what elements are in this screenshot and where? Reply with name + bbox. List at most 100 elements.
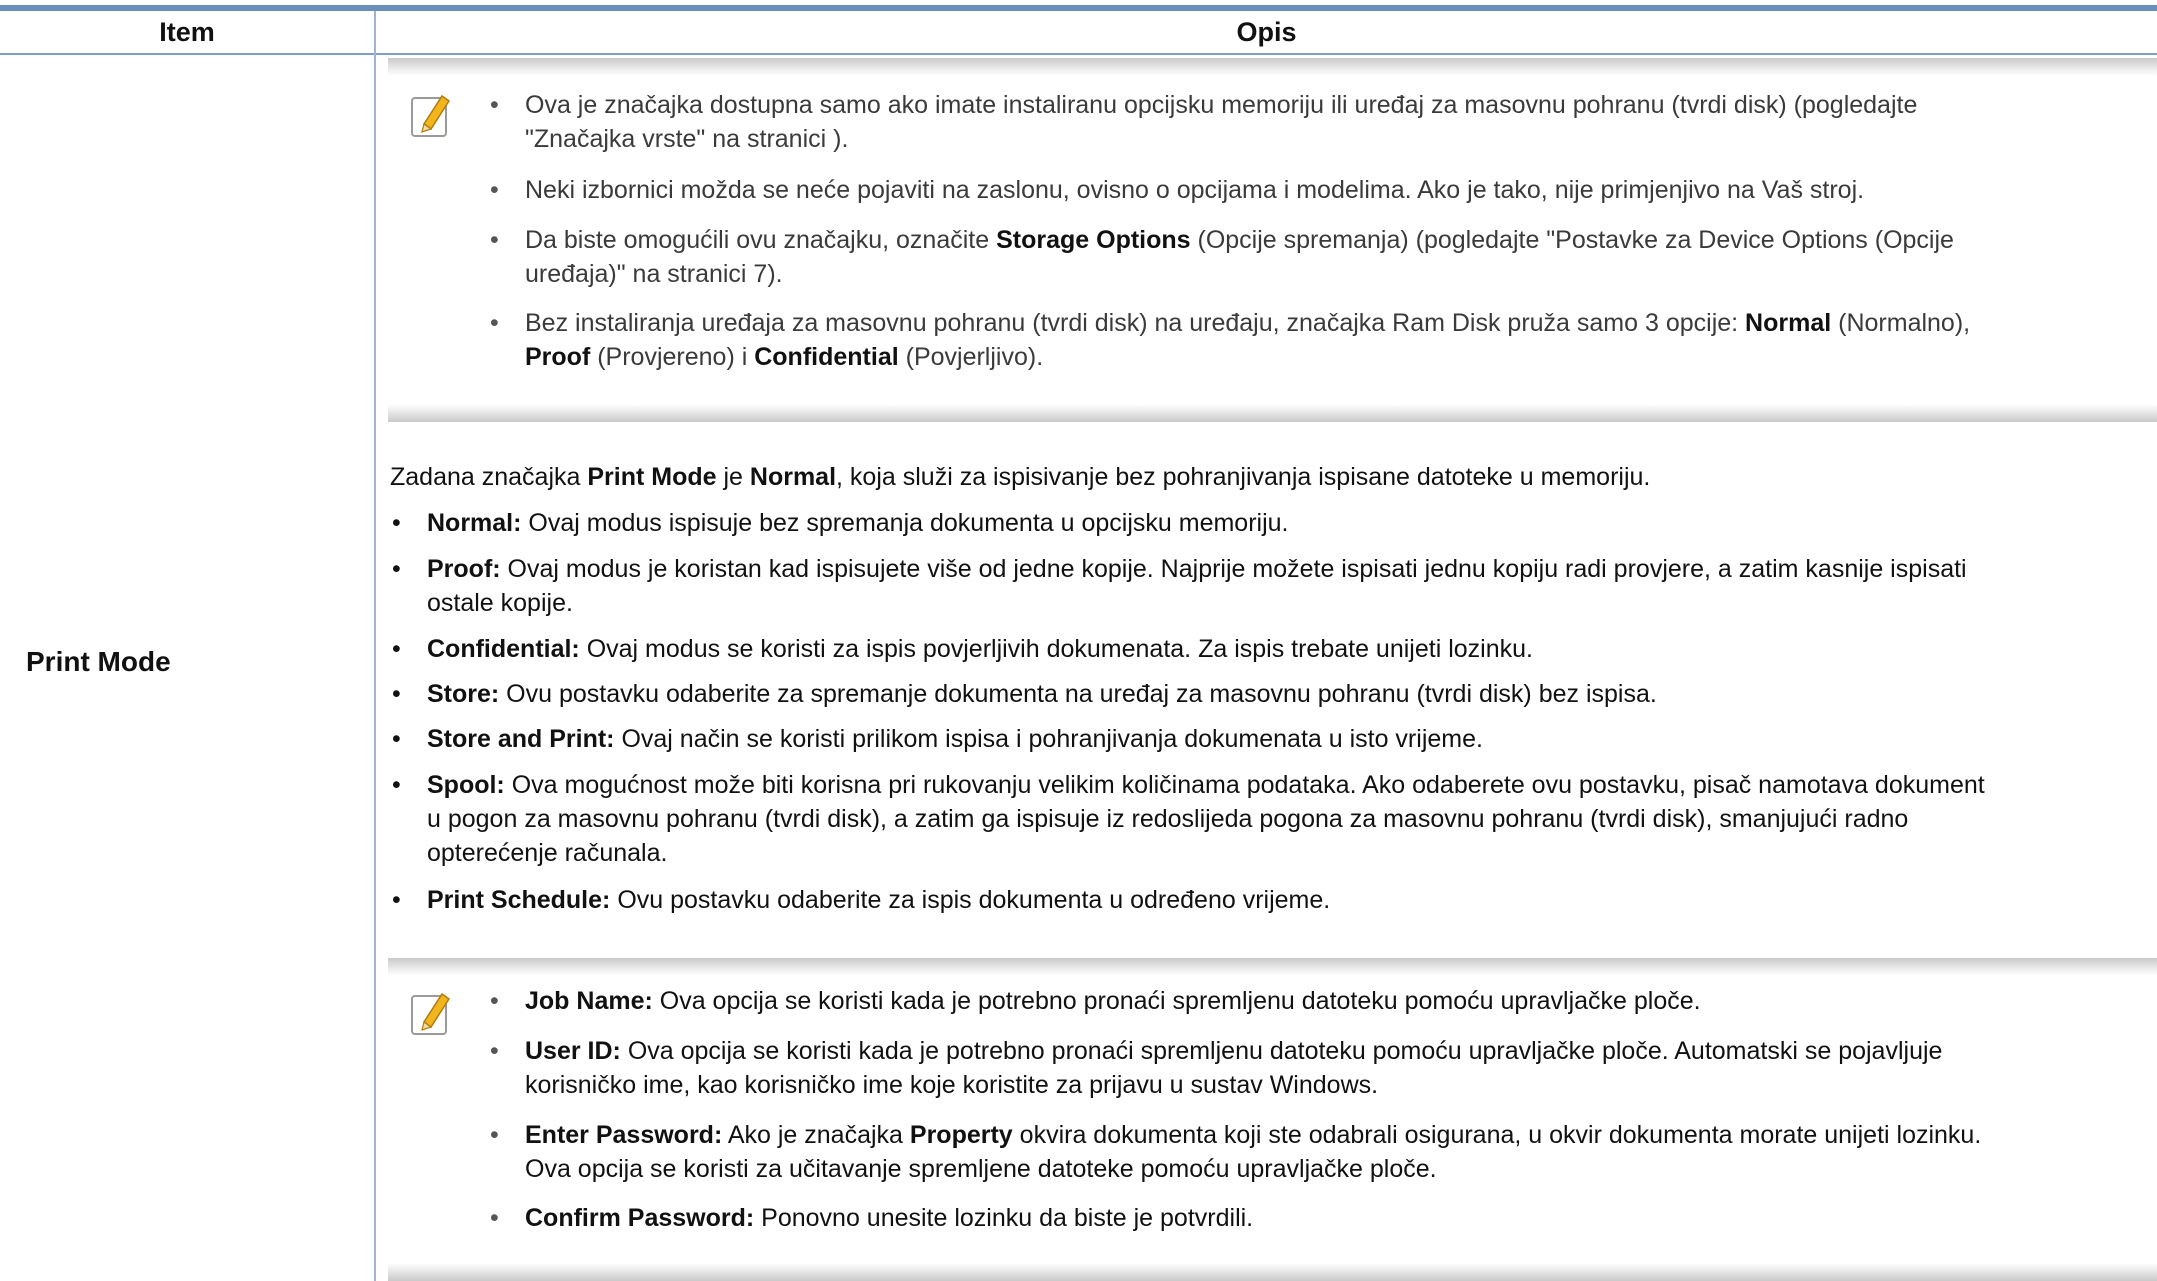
bold-term: Normal:: [427, 509, 522, 537]
bold-term: Spool:: [427, 771, 505, 799]
note-shade-top: [388, 958, 2157, 976]
manual-page: Item Opis Print Mode • Ova je značajka d…: [0, 0, 2157, 1281]
note2-item-user-id: • User ID: Ova opcija se koristi kada je…: [490, 1034, 1942, 1102]
bold-term: Normal: [749, 463, 837, 491]
bullet: •: [392, 509, 401, 537]
text: (Provjereno) i: [590, 343, 755, 371]
bullet: •: [490, 91, 499, 119]
mode-spool-line2: u pogon za masovnu pohranu (tvrdi disk),…: [427, 805, 1909, 833]
note-box-1: • Ova je značajka dostupna samo ako imat…: [388, 58, 2157, 422]
header-opis: Opis: [1236, 17, 1297, 47]
note1-item-4: • Bez instaliranja uređaja za masovnu po…: [490, 306, 1970, 374]
note2-item-user-id-line2: korisničko ime, kao korisničko ime koje …: [525, 1071, 1379, 1099]
note1-item-1-line2: "Značajka vrste" na stranici ).: [525, 125, 849, 153]
text: Da biste omogućili ovu značajku, označit…: [525, 226, 997, 254]
bold-term: Confidential:: [427, 635, 580, 663]
note1-item-3-line2: uređaja)" na stranici 7).: [525, 260, 783, 288]
column-divider: [374, 11, 376, 1281]
bullet: •: [392, 725, 401, 753]
mode-spool-line1: Spool: Ova mogućnost može biti korisna p…: [427, 768, 1985, 802]
mode-print-schedule: • Print Schedule: Ovu postavku odaberite…: [392, 883, 1331, 917]
note-shade-bottom: [388, 1263, 2157, 1281]
note2-item-enter-password-line1: Enter Password: Ako je značajka Property…: [525, 1118, 1981, 1152]
text: (Opcije spremanja) (pogledajte "Postavke…: [1190, 226, 1954, 254]
bold-term: Proof:: [427, 555, 501, 583]
bullet: •: [490, 309, 499, 337]
bold-term: Storage Options: [996, 226, 1191, 254]
note2-item-enter-password-line2: Ova opcija se koristi za učitavanje spre…: [525, 1155, 1437, 1183]
text: okvira dokumenta koji ste odabrali osigu…: [1012, 1121, 1982, 1149]
text: Ovu postavku odaberite za spremanje doku…: [499, 680, 1657, 708]
note1-item-2-line1: Neki izbornici možda se neće pojaviti na…: [525, 176, 1865, 204]
bullet: •: [490, 1037, 499, 1065]
bold-term: User ID:: [525, 1037, 621, 1065]
bullet: •: [392, 680, 401, 708]
intro-paragraph: Zadana značajka Print Mode je Normal, ko…: [390, 460, 1650, 494]
text: Ponovno unesite lozinku da biste je potv…: [754, 1204, 1254, 1232]
bold-term: Confirm Password:: [525, 1204, 755, 1232]
note1-item-2: • Neki izbornici možda se neće pojaviti …: [490, 173, 1865, 207]
text: Ova opcija se koristi kada je potrebno p…: [620, 1037, 1943, 1065]
header-item: Item: [159, 17, 215, 47]
bold-term: Store:: [427, 680, 500, 708]
mode-store: • Store: Ovu postavku odaberite za sprem…: [392, 677, 1657, 711]
bold-term: Proof: [525, 343, 591, 371]
bold-term: Print Mode: [587, 463, 717, 491]
bold-term: Confidential: [754, 343, 899, 371]
mode-spool-line3: opterećenje računala.: [427, 839, 668, 867]
note1-item-3-line1: Da biste omogućili ovu značajku, označit…: [525, 223, 1954, 257]
bullet: •: [392, 555, 401, 583]
text: Ovu postavku odaberite za ispis dokument…: [610, 886, 1331, 914]
mode-spool: • Spool: Ova mogućnost može biti korisna…: [392, 768, 1985, 870]
note-shade-top: [388, 58, 2157, 76]
mode-normal: • Normal: Ovaj modus ispisuje bez sprema…: [392, 506, 1289, 540]
text: (Normalno),: [1831, 309, 1971, 337]
bold-term: Print Schedule:: [427, 886, 611, 914]
bullet: •: [392, 635, 401, 663]
table-header: Item Opis: [0, 11, 2157, 55]
bullet: •: [490, 176, 499, 204]
note2-item-enter-password: • Enter Password: Ako je značajka Proper…: [490, 1118, 1981, 1186]
text: Ova opcija se koristi kada je potrebno p…: [652, 987, 1701, 1015]
bold-term: Enter Password:: [525, 1121, 723, 1149]
bullet: •: [490, 1204, 499, 1232]
text: , koja služi za ispisivanje bez pohranji…: [836, 463, 1651, 491]
mode-proof: • Proof: Ovaj modus je koristan kad ispi…: [392, 552, 1967, 620]
note1-item-1: • Ova je značajka dostupna samo ako imat…: [490, 88, 1918, 156]
mode-store-and-print: • Store and Print: Ovaj način se koristi…: [392, 722, 1483, 756]
bullet: •: [490, 987, 499, 1015]
bold-term: Store and Print:: [427, 725, 615, 753]
note2-item-job-name: • Job Name: Ova opcija se koristi kada j…: [490, 984, 1701, 1018]
note1-item-4-line2: Proof (Provjereno) i Confidential (Povje…: [525, 340, 1970, 374]
note-shade-bottom: [388, 404, 2157, 422]
bullet: •: [392, 771, 401, 799]
text: Ako je značajka: [722, 1121, 910, 1149]
row-label: Print Mode: [26, 646, 171, 677]
note1-item-4-line1: Bez instaliranja uređaja za masovnu pohr…: [525, 306, 1970, 340]
bullet: •: [490, 1121, 499, 1149]
pencil-note-icon: [411, 94, 451, 137]
bullet: •: [490, 226, 499, 254]
text: je: [716, 463, 750, 491]
text: Ovaj modus se koristi za ispis povjerlji…: [579, 635, 1533, 663]
mode-proof-line1: Proof: Ovaj modus je koristan kad ispisu…: [427, 552, 1967, 586]
pencil-note-icon: [411, 992, 451, 1035]
text: Ovaj način se koristi prilikom ispisa i …: [614, 725, 1483, 753]
text: Ovaj modus je koristan kad ispisujete vi…: [500, 555, 1967, 583]
note-box-2: • Job Name: Ova opcija se koristi kada j…: [388, 958, 2157, 1281]
text: (Povjerljivo).: [898, 343, 1044, 371]
note2-item-confirm-password: • Confirm Password: Ponovno unesite lozi…: [490, 1201, 1254, 1235]
note2-item-user-id-line1: User ID: Ova opcija se koristi kada je p…: [525, 1034, 1942, 1068]
mode-proof-line2: ostale kopije.: [427, 589, 573, 617]
mode-confidential: • Confidential: Ovaj modus se koristi za…: [392, 632, 1533, 666]
text: Ovaj modus ispisuje bez spremanja dokume…: [521, 509, 1289, 537]
bold-term: Property: [909, 1121, 1013, 1149]
note1-item-1-line1: Ova je značajka dostupna samo ako imate …: [525, 91, 1918, 119]
bullet: •: [392, 886, 401, 914]
bold-term: Job Name:: [525, 987, 653, 1015]
text: Bez instaliranja uređaja za masovnu pohr…: [525, 309, 1746, 337]
note1-item-3: • Da biste omogućili ovu značajku, označ…: [490, 223, 1954, 291]
text: Ova mogućnost može biti korisna pri ruko…: [504, 771, 1985, 799]
bold-term: Normal: [1745, 309, 1832, 337]
text: Zadana značajka: [390, 463, 588, 491]
